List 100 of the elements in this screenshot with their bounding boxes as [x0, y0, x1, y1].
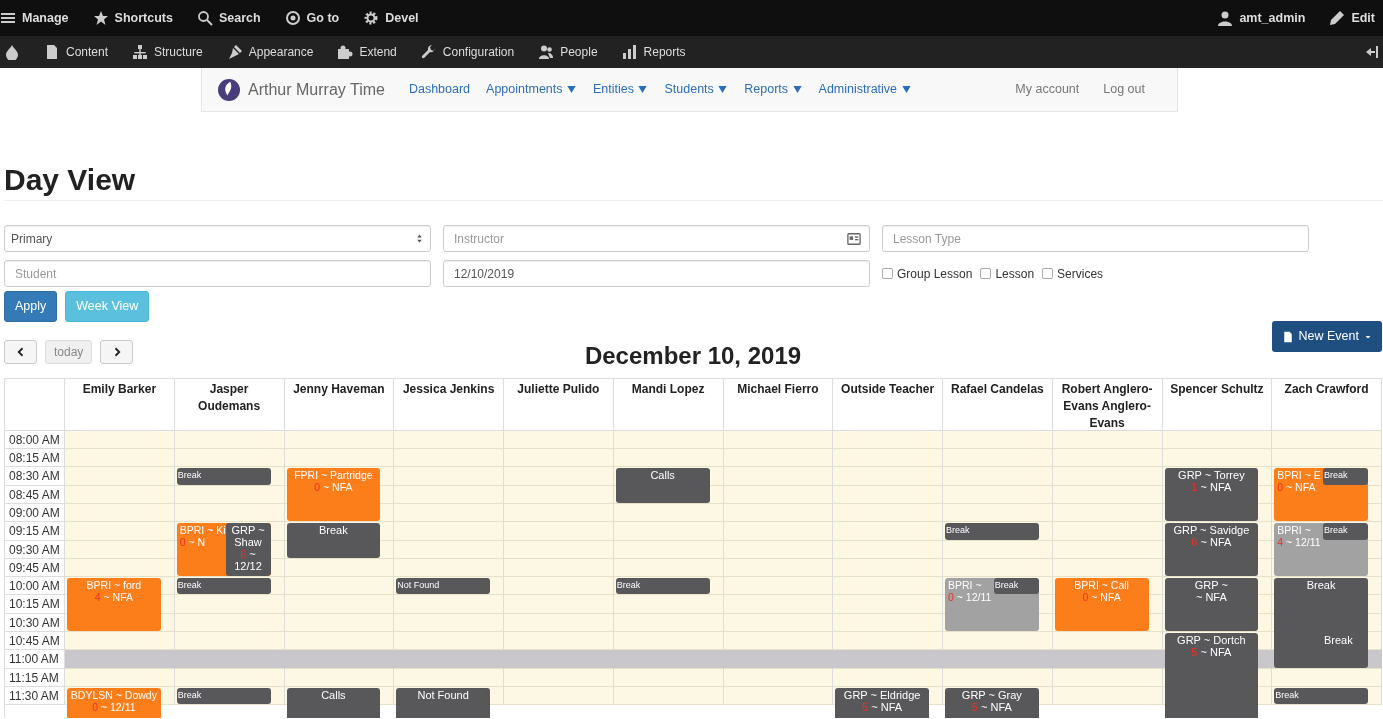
event-text: GRP ~ Gray	[961, 688, 1022, 701]
checkbox[interactable]	[882, 268, 893, 279]
tray-link[interactable]: Extend	[337, 43, 397, 61]
event-block[interactable]: Break	[176, 468, 271, 485]
page-icon	[44, 44, 60, 60]
time-label: 11:00 AM	[5, 650, 65, 669]
next-button[interactable]	[100, 339, 134, 364]
tray-link[interactable]: Reports	[621, 43, 686, 61]
event-text: 0 ~ N	[179, 536, 206, 549]
event-block[interactable]: GRP ~ Torrey 1 ~ NFA	[1164, 468, 1259, 522]
event-block[interactable]: Break	[945, 523, 1039, 540]
bar-chart-icon	[621, 44, 638, 60]
event-text: 12/12	[234, 560, 262, 573]
lesson-event[interactable]: BPRI ~ Ki 0 ~ N GRP ~ Shaw 6 ~ 12/12	[176, 523, 271, 577]
tray-link[interactable]: Configuration	[420, 43, 515, 61]
time-label: 10:45 AM	[5, 632, 65, 651]
event-text: Break	[1306, 579, 1336, 592]
nav-menu-link[interactable]: Entities	[593, 80, 649, 99]
toolbar-link[interactable]: Devel	[363, 8, 419, 28]
event-text: BDYLSN ~ Dowdy	[70, 688, 157, 701]
checkbox[interactable]	[980, 268, 992, 279]
brand-link[interactable]: Arthur Murray Time	[218, 77, 385, 102]
event-text: Break	[946, 525, 970, 536]
checkbox[interactable]	[1042, 268, 1054, 279]
nav-menu-link[interactable]: Dashboard	[408, 80, 471, 99]
event-text: BPRI ~	[948, 579, 982, 592]
event-text: 5 ~ NFA	[862, 700, 903, 713]
instructor-field[interactable]: Instructor	[443, 225, 870, 252]
lesson-event[interactable]: BPRI ~ 4 ~ 12/11 Break	[1274, 523, 1368, 577]
event-block[interactable]: Break	[176, 578, 271, 595]
event-text: BPRI ~ Call	[1074, 579, 1129, 592]
event-block[interactable]: Not Found	[396, 578, 490, 595]
date-field[interactable]: 12/10/2019	[443, 260, 870, 287]
column-header: Rafael Candelas	[943, 378, 1053, 431]
dropdown-icon	[900, 84, 912, 96]
tray-link[interactable]: Content	[44, 43, 109, 61]
toolbar-link[interactable]: Shortcuts	[92, 8, 173, 28]
card-icon	[847, 232, 861, 246]
lesson-type-field[interactable]: Lesson Type	[882, 225, 1309, 252]
nav-menu-link[interactable]: Administrative	[818, 80, 912, 99]
type-select[interactable]: Primary	[4, 225, 431, 252]
event-text: Break	[616, 580, 641, 591]
event-text: BPRI ~ Ki	[179, 524, 226, 537]
column-header: Jenny Haveman	[284, 378, 395, 431]
toolbar-link[interactable]: Manage	[0, 8, 69, 28]
edit-link[interactable]: Edit	[1329, 8, 1375, 28]
apply-button[interactable]: Apply	[4, 291, 58, 322]
nav-link-item[interactable]: Log out	[1103, 80, 1145, 99]
event-text: Break	[177, 580, 202, 591]
event-text: Break	[177, 470, 202, 481]
tray-link[interactable]: People	[538, 43, 598, 61]
checkbox-label: Lesson	[995, 265, 1035, 283]
event-text: Break	[319, 524, 348, 537]
event-block[interactable]: GRP ~ ~ NFA	[1164, 578, 1259, 631]
user-link[interactable]: amt_admin	[1217, 8, 1306, 28]
event-block[interactable]: GRP ~ Dortch 5 ~ NFA	[1164, 633, 1259, 718]
event-text: 6 ~	[240, 548, 256, 561]
puzzle-icon	[337, 44, 354, 60]
time-label: 09:15 AM	[5, 522, 65, 541]
column-header: Robert Anglero-Evans Anglero-Evans	[1052, 378, 1163, 431]
event-text: 0 ~ NFA	[1082, 591, 1121, 604]
event-text: Break	[994, 580, 1019, 591]
event-block[interactable]: GRP ~ Gray 5 ~ NFA	[945, 687, 1039, 718]
tray-link[interactable]: Appearance	[226, 43, 314, 61]
event-text: Break	[1324, 525, 1348, 536]
new-event-button[interactable]: New Event	[1271, 321, 1382, 353]
event-text: Break	[1324, 634, 1353, 646]
column-header: Mandi Lopez	[613, 378, 724, 431]
event-block[interactable]: Calls	[615, 468, 710, 503]
pencil-icon	[1329, 10, 1346, 26]
event-text: BPRI ~ E	[1277, 469, 1321, 482]
lesson-event[interactable]: BPRI ~ 0 ~ 12/11 Break	[945, 578, 1039, 631]
time-label: 10:15 AM	[5, 595, 65, 614]
event-text: GRP ~ Eldridge	[843, 688, 921, 701]
nav-menu-link[interactable]: Reports	[744, 80, 803, 99]
event-block[interactable]: Break	[1323, 523, 1368, 540]
event-block[interactable]: GRP ~ Shaw 6 ~ 12/12	[225, 523, 271, 577]
event-text: BPRI ~	[1277, 524, 1311, 537]
column-header: Jasper Oudemans	[174, 378, 285, 431]
nav-link-item[interactable]: My account	[1015, 80, 1080, 99]
event-block[interactable]: Break	[993, 578, 1039, 595]
nav-menu-link[interactable]: Students	[664, 80, 729, 99]
prev-button[interactable]	[4, 339, 37, 364]
event-block[interactable]: Break	[286, 523, 381, 558]
student-field[interactable]: Student	[4, 260, 431, 287]
event-block[interactable]: Break Break	[1274, 578, 1368, 668]
star-icon	[92, 10, 109, 26]
tray-link[interactable]: Structure	[132, 43, 203, 61]
event-block[interactable]: Calls	[286, 687, 381, 718]
event-block[interactable]: GRP ~ Eldridge 5 ~ NFA	[835, 687, 929, 718]
toolbar-link[interactable]: Search	[196, 8, 261, 28]
event-text: 0 ~ 12/11	[948, 591, 992, 604]
event-text: Calls	[650, 469, 675, 482]
nav-menu-link[interactable]: Appointments	[486, 80, 577, 99]
event-block[interactable]: Break	[615, 578, 710, 595]
event-block[interactable]: Not Found	[396, 687, 490, 718]
lesson-event[interactable]: BPRI ~ E 0 ~ NFA Break	[1274, 468, 1368, 522]
event-block[interactable]: GRP ~ Savidge 6 ~ NFA	[1164, 523, 1259, 577]
toolbar-link[interactable]: Go to	[284, 8, 340, 28]
event-block[interactable]: Break	[1323, 468, 1368, 485]
